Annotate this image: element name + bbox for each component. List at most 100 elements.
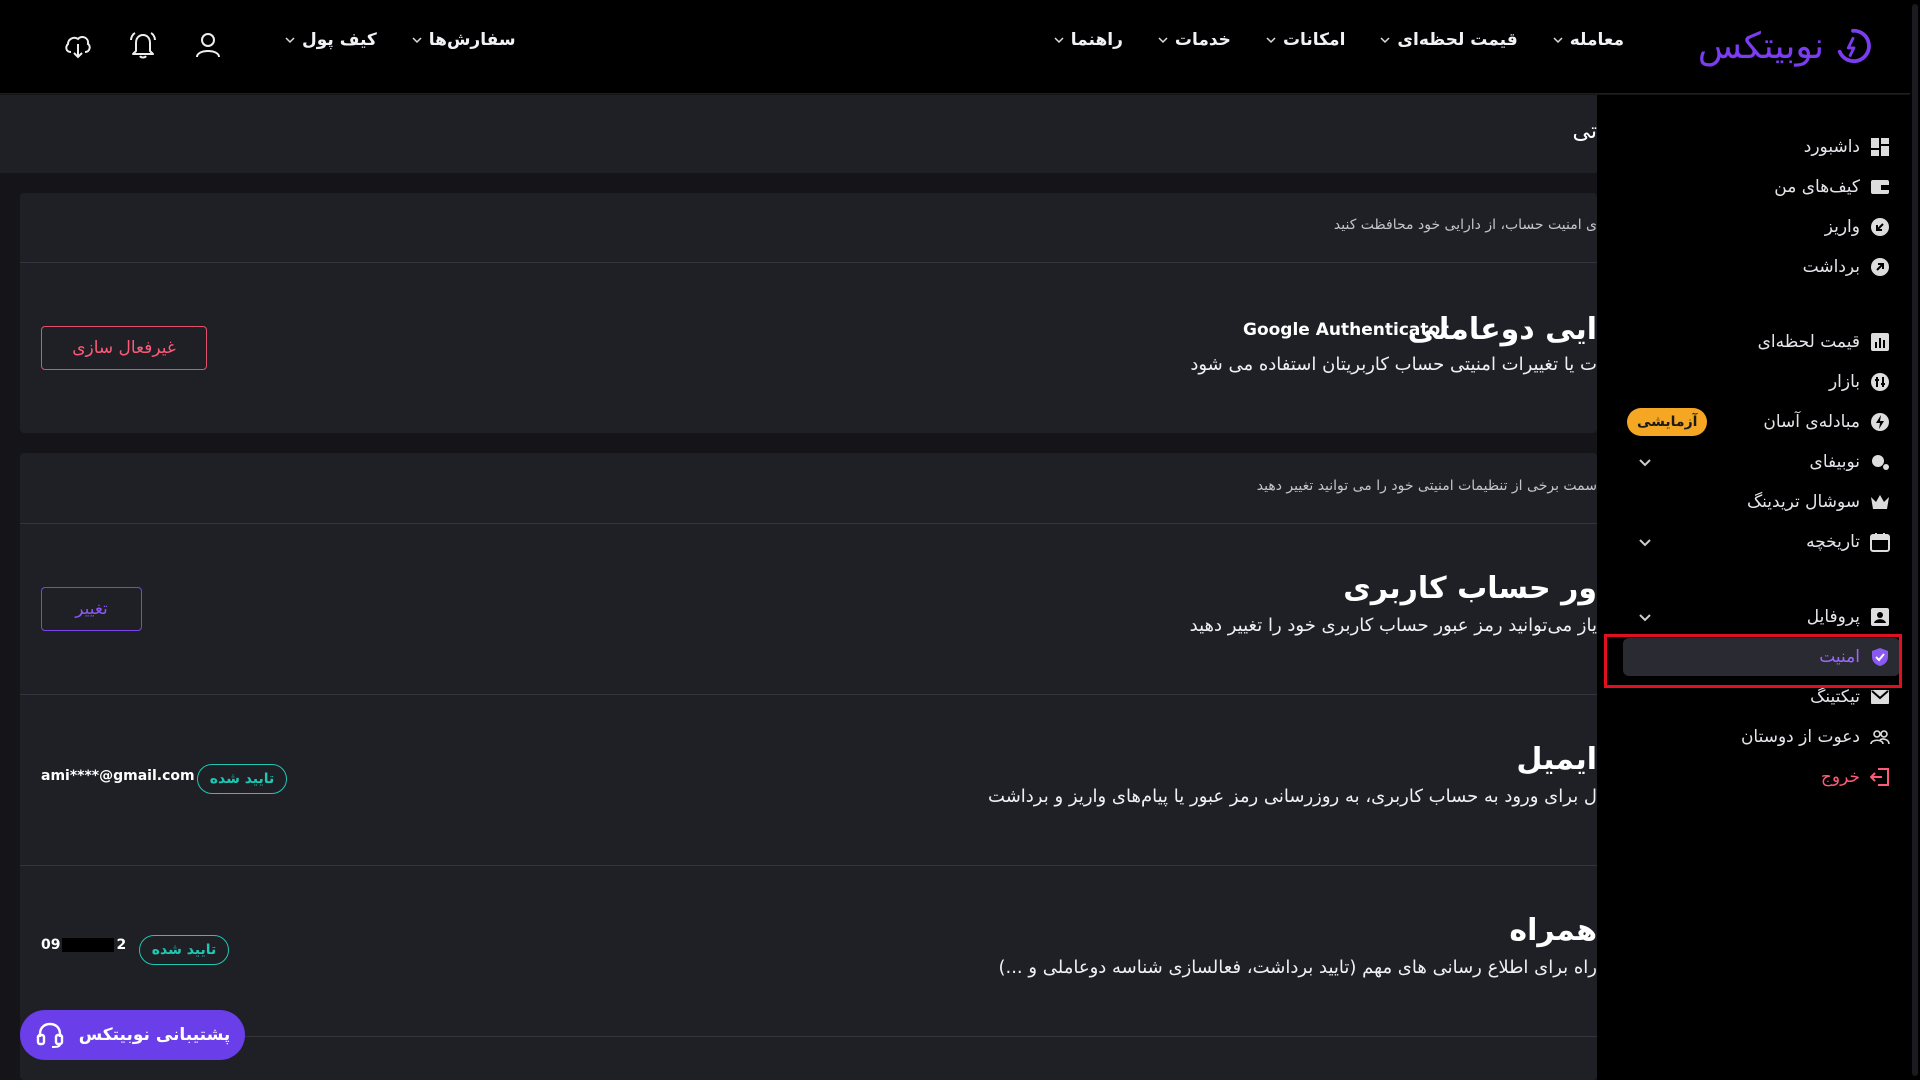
disable-2fa-button[interactable]: غیرفعال سازی — [41, 326, 207, 370]
twofa-card: ی امنیت حساب، از دارایی خود محافظت کنید … — [20, 193, 1597, 433]
phone-title: همراه — [1509, 913, 1597, 948]
download-app-icon[interactable] — [63, 30, 93, 60]
sidebar-item-label: برداشت — [1802, 257, 1860, 277]
phone-suffix: 2 — [116, 937, 127, 953]
phone-description: راه برای اطلاع رسانی های مهم (تایید بردا… — [998, 957, 1597, 978]
google-authenticator-label: Google Authenticator — [1243, 320, 1449, 340]
chevron-down-icon — [1158, 37, 1168, 44]
sidebar-item-market[interactable]: بازار — [1829, 365, 1890, 399]
sidebar-item-logout[interactable]: خروج — [1821, 760, 1890, 794]
phone-value: 09 2 — [41, 937, 126, 953]
sidebar-item-label: واریز — [1824, 217, 1860, 237]
sidebar-item-label: سوشال تریدینگ — [1746, 492, 1860, 512]
nav-features-label: امکانات — [1282, 30, 1346, 50]
sidebar-item-dashboard[interactable]: داشبورد — [1804, 130, 1890, 164]
market-icon — [1871, 373, 1889, 391]
twofa-description: ت یا تغییرات امنیتی حساب کاربریتان استفا… — [1190, 354, 1597, 375]
nav-orders-label: سفارش‌ها — [428, 30, 516, 50]
nav-live-price[interactable]: قیمت لحظه‌ای — [1379, 30, 1518, 50]
divider — [20, 1036, 1597, 1037]
sidebar-item-label: کیف‌های من — [1774, 177, 1860, 197]
nav-trade-label: معامله — [1569, 30, 1624, 50]
chevron-down-icon[interactable] — [1637, 534, 1653, 550]
sidebar-item-wallets[interactable]: کیف‌های من — [1774, 170, 1890, 204]
chevron-down-icon[interactable] — [1637, 454, 1653, 470]
twofa-card-subtitle: ی امنیت حساب، از دارایی خود محافظت کنید — [1333, 217, 1597, 233]
page-header: تی — [0, 95, 1597, 173]
page-title: تی — [1572, 119, 1597, 144]
sidebar-item-deposit[interactable]: واریز — [1825, 210, 1890, 244]
nav-trade[interactable]: معامله — [1552, 30, 1624, 50]
logo-mark-icon — [1837, 28, 1871, 64]
sidebar-item-invite-friends[interactable]: دعوت از دوستان — [1741, 720, 1890, 754]
nobifi-icon — [1872, 455, 1889, 470]
calendar-icon — [1870, 533, 1890, 552]
chevron-down-icon[interactable] — [1637, 609, 1653, 625]
scrollbar[interactable] — [1910, 0, 1920, 1080]
sidebar-item-label: تاریخچه — [1806, 532, 1860, 552]
sidebar-item-history[interactable]: تاریخچه — [1806, 525, 1890, 559]
chevron-down-icon — [1266, 37, 1276, 44]
support-label: پشتیبانی نوبیتکس — [78, 1025, 231, 1045]
sidebar-item-label: مبادله‌ی آسان — [1763, 412, 1860, 432]
nav-help[interactable]: راهنما — [1053, 30, 1123, 50]
sidebar-item-easy-swap[interactable]: مبادله‌ی آسان — [1763, 405, 1890, 439]
main-nav: معامله قیمت لحظه‌ای امکانات خدمات راهنما — [1019, 30, 1624, 50]
email-value: ami****@gmail.com — [41, 768, 195, 784]
nav-help-label: راهنما — [1070, 30, 1123, 50]
sidebar-item-profile[interactable]: پروفایل — [1807, 600, 1890, 634]
nav-live-price-label: قیمت لحظه‌ای — [1397, 30, 1518, 50]
top-navbar: نوبیتکس معامله قیمت لحظه‌ای امکانات خدما… — [0, 0, 1920, 94]
dashboard-icon — [1871, 138, 1889, 156]
chevron-down-icon — [412, 37, 422, 44]
user-icon[interactable] — [193, 30, 223, 60]
users-icon — [1870, 730, 1890, 745]
change-password-button[interactable]: تغییر — [41, 587, 142, 631]
divider — [20, 262, 1597, 263]
divider — [20, 694, 1597, 695]
nav-services-label: خدمات — [1174, 30, 1231, 50]
nav-services[interactable]: خدمات — [1157, 30, 1231, 50]
sidebar-item-withdraw[interactable]: برداشت — [1803, 250, 1890, 284]
chevron-down-icon — [285, 37, 295, 44]
sidebar-item-label: دعوت از دوستان — [1740, 727, 1860, 747]
nav-wallet[interactable]: کیف پول — [284, 30, 377, 50]
user-nav: سفارش‌ها کیف پول — [250, 30, 516, 50]
nobitex-logo[interactable]: نوبیتکس — [1698, 22, 1872, 70]
nav-wallet-label: کیف پول — [302, 30, 377, 50]
mail-icon — [1871, 690, 1889, 704]
password-description: یاز می‌توانید رمز عبور حساب کاربری خود ر… — [1189, 615, 1597, 636]
phone-redaction — [62, 938, 115, 952]
sidebar-item-label: تیکتینگ — [1810, 687, 1860, 707]
email-description: ل برای ورود به حساب کاربری، به روزرسانی … — [988, 786, 1597, 807]
email-title: ایمیل — [1516, 742, 1597, 777]
wallet-icon — [1871, 180, 1889, 194]
nav-orders[interactable]: سفارش‌ها — [411, 30, 516, 50]
logo-text: نوبیتکس — [1697, 25, 1824, 67]
password-title: ور حساب کاربری — [1343, 571, 1597, 606]
sidebar-item-social-trading[interactable]: سوشال تریدینگ — [1747, 485, 1890, 519]
sidebar-item-label: بازار — [1828, 372, 1860, 392]
scrollbar-thumb[interactable] — [1912, 4, 1918, 1076]
deposit-icon — [1871, 218, 1889, 236]
withdraw-icon — [1871, 258, 1889, 276]
sidebar: داشبورد کیف‌های من واریز برداشت قیمت لحظ… — [1597, 95, 1920, 1080]
bell-icon[interactable] — [128, 30, 158, 60]
email-verified-badge: تایید شده — [197, 764, 287, 794]
sidebar-item-nobifi[interactable]: نوبیفای — [1810, 445, 1890, 479]
chevron-down-icon — [1380, 37, 1390, 44]
phone-prefix: 09 — [41, 937, 61, 953]
focus-highlight-box — [1604, 634, 1902, 688]
headset-icon — [36, 1022, 63, 1048]
profile-icon — [1871, 608, 1889, 626]
chart-icon — [1871, 333, 1889, 351]
sidebar-item-label: قیمت لحظه‌ای — [1757, 332, 1860, 352]
sidebar-item-label: داشبورد — [1803, 137, 1860, 157]
beta-badge: آزمایشی — [1627, 408, 1708, 436]
nav-features[interactable]: امکانات — [1265, 30, 1345, 50]
sidebar-item-label: خروج — [1820, 767, 1860, 787]
security-settings-subtitle: سمت برخی از تنظیمات امنیتی خود را می توا… — [1256, 478, 1597, 494]
sidebar-item-live-price[interactable]: قیمت لحظه‌ای — [1758, 325, 1890, 359]
support-chat-button[interactable]: پشتیبانی نوبیتکس — [20, 1010, 245, 1060]
logout-icon — [1870, 768, 1889, 786]
